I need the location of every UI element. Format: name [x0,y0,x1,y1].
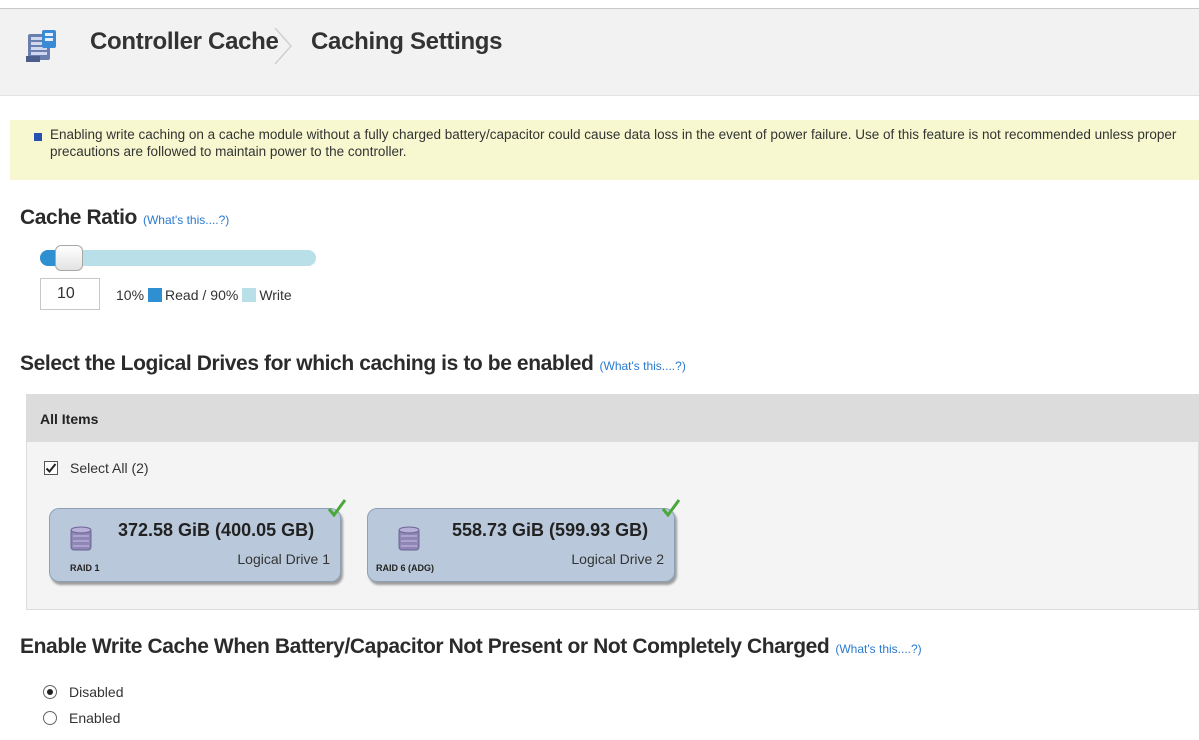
disk-drive-icon [70,526,92,551]
write-cache-option-disabled[interactable]: Disabled [43,684,123,700]
chevron-right-icon [274,27,293,65]
write-cache-title: Enable Write Cache When Battery/Capacito… [20,635,830,658]
read-text: Read / [165,287,207,303]
write-cache-help-link[interactable]: (What's this....?) [835,642,921,656]
select-all-checkbox[interactable] [44,461,58,475]
all-items-header [26,394,1199,442]
write-text: Write [259,287,292,303]
logical-drives-heading: Select the Logical Drives for which cach… [20,352,686,376]
logical-drive-2-raid: RAID 6 (ADG) [376,563,434,573]
read-percent-label: 10% [116,287,145,303]
disabled-radio[interactable] [43,685,57,699]
enabled-label: Enabled [69,710,121,726]
cache-ratio-title: Cache Ratio [20,206,137,229]
write-swatch [242,288,257,302]
cache-ratio-legend: 10% Read / 90% Write [116,287,292,303]
write-cache-heading: Enable Write Cache When Battery/Capacito… [20,635,922,659]
checkmark-icon [45,463,57,473]
logical-drive-2-card[interactable]: 558.73 GiB (599.93 GB) Logical Drive 2 R… [367,499,681,582]
select-all-row[interactable]: Select All (2) [44,460,149,476]
logical-drive-2-name: Logical Drive 2 [571,551,664,567]
cache-ratio-heading: Cache Ratio (What's this....?) [20,206,229,230]
logical-drives-help-link[interactable]: (What's this....?) [600,359,686,373]
controller-cache-icon [26,30,56,62]
cache-ratio-slider-handle[interactable] [55,245,83,271]
cache-ratio-help-link[interactable]: (What's this....?) [143,213,229,227]
logical-drive-1-card[interactable]: 372.58 GiB (400.05 GB) Logical Drive 1 R… [49,499,347,582]
write-percent-label: 90% [210,287,239,303]
warning-alert-text: Enabling write caching on a cache module… [50,127,1177,159]
logical-drive-1-name: Logical Drive 1 [237,551,330,567]
checkmark-icon [327,499,347,518]
cache-ratio-input[interactable]: 10 [40,278,100,310]
page-title: Caching Settings [311,28,503,55]
write-cache-option-enabled[interactable]: Enabled [43,710,120,726]
select-all-label: Select All (2) [70,460,149,476]
logical-drive-2-size: 558.73 GiB (599.93 GB) [452,520,649,540]
enabled-radio[interactable] [43,711,57,725]
disabled-label: Disabled [69,684,124,700]
logical-drive-1-raid: RAID 1 [70,563,100,573]
all-items-label: All Items [40,411,99,427]
disk-drive-icon [398,526,420,551]
logical-drive-1-size: 372.58 GiB (400.05 GB) [118,520,315,540]
logical-drives-title: Select the Logical Drives for which cach… [20,352,594,375]
info-bullet-icon [34,133,42,141]
checkmark-icon [661,499,681,518]
breadcrumb-controller-cache[interactable]: Controller Cache [90,28,279,56]
read-swatch [148,288,163,302]
